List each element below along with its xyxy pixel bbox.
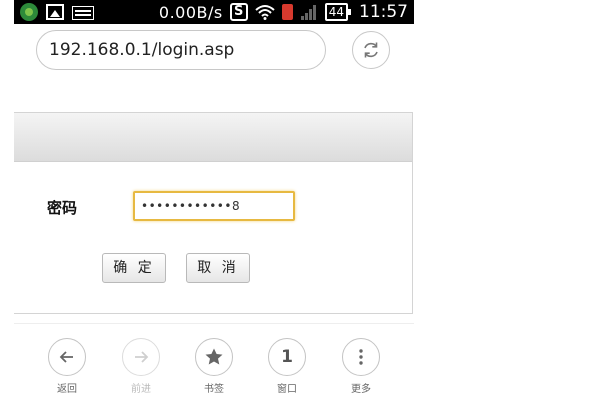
nav-forward-button[interactable]: 前进 — [116, 338, 166, 395]
wifi-icon — [255, 5, 275, 20]
battery-indicator: 44 — [324, 3, 352, 21]
forward-arrow-icon — [122, 338, 160, 376]
password-label: 密码 — [47, 199, 78, 217]
password-input[interactable]: ••••••••••••8 — [133, 191, 295, 221]
status-bar: 0.00B/s S 44 11:57 — [14, 0, 414, 24]
reload-icon — [364, 42, 378, 58]
nav-back-button[interactable]: 返回 — [42, 338, 92, 395]
confirm-button[interactable]: 确 定 — [102, 253, 166, 283]
address-bar[interactable]: 192.168.0.1/login.asp — [36, 30, 326, 70]
reload-button[interactable] — [352, 31, 390, 69]
browser-toolbar: 192.168.0.1/login.asp — [14, 24, 414, 102]
nav-bookmarks-button[interactable]: 书签 — [189, 338, 239, 395]
signal-icon — [300, 5, 316, 20]
nav-windows-label: 窗口 — [277, 384, 297, 395]
back-arrow-icon — [48, 338, 86, 376]
nav-windows-button[interactable]: 1 窗口 — [262, 338, 312, 395]
system-icons: 0.00B/s S 44 11:57 — [159, 0, 408, 24]
web-page-content: 密码 ••••••••••••8 确 定 取 消 — [14, 78, 414, 323]
more-dots-icon — [342, 338, 380, 376]
nav-more-label: 更多 — [351, 384, 371, 395]
network-speed: 0.00B/s — [158, 2, 223, 22]
dialog-header-bar — [14, 113, 412, 162]
login-dialog: 密码 ••••••••••••8 确 定 取 消 — [14, 112, 413, 314]
browser-bottom-nav: 返回 前进 书签 1 窗口 更多 — [14, 323, 414, 400]
nav-back-label: 返回 — [57, 384, 77, 395]
nav-bookmarks-label: 书签 — [204, 384, 224, 395]
app-notification-icon — [20, 3, 38, 21]
sim-card-icon — [281, 4, 293, 20]
cancel-button[interactable]: 取 消 — [186, 253, 250, 283]
keyboard-icon — [72, 5, 94, 20]
nav-forward-label: 前进 — [131, 384, 151, 395]
picture-icon — [46, 4, 64, 20]
notification-icons — [20, 3, 94, 21]
nav-more-button[interactable]: 更多 — [336, 338, 386, 395]
window-count-icon: 1 — [268, 338, 306, 376]
s-app-icon: S — [229, 3, 248, 21]
phone-screen: 0.00B/s S 44 11:57 192.168.0.1/login.asp — [14, 0, 414, 400]
star-icon — [195, 338, 233, 376]
clock: 11:57 — [359, 2, 408, 22]
window-count: 1 — [281, 347, 293, 367]
